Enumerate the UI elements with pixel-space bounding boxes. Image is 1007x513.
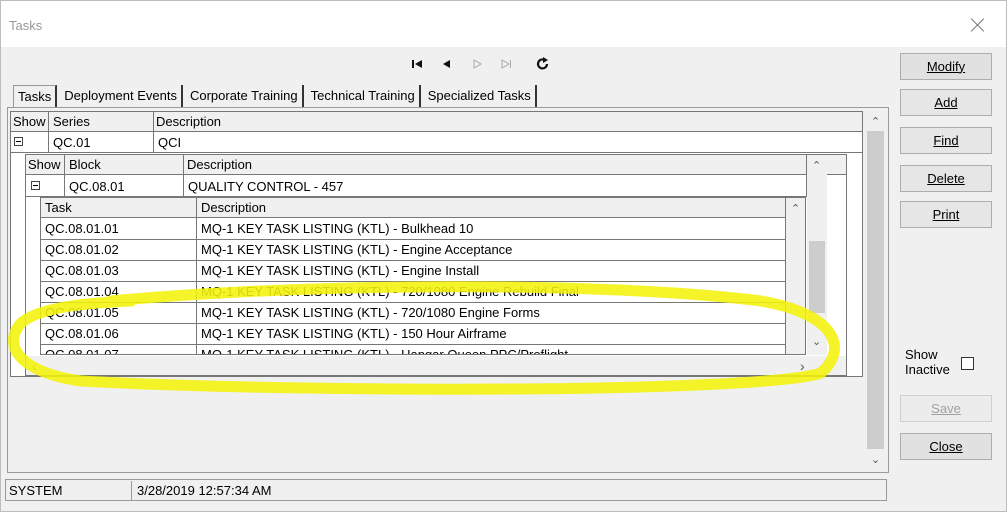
block-description-cell[interactable]: QUALITY CONTROL - 457 [188,179,343,194]
task-description-cell[interactable]: MQ-1 KEY TASK LISTING (KTL) - Engine Ins… [201,263,781,278]
task-description-cell[interactable]: MQ-1 KEY TASK LISTING (KTL) - Bulkhead 1… [201,221,781,236]
modify-button[interactable]: Modify [900,53,992,80]
task-grid-header: Task Description [41,198,787,218]
tab-corporate-training[interactable]: Corporate Training [186,85,304,107]
scroll-down-icon[interactable]: ⌄ [871,453,880,466]
task-cell[interactable]: QC.08.01.03 [45,263,119,278]
block-scroll-up-icon[interactable]: ⌃ [812,159,821,172]
collapse-series-icon[interactable] [14,137,23,146]
block-scroll-thumb[interactable] [809,241,825,313]
panel-vertical-scrollbar[interactable]: ⌃ ⌄ [865,111,886,471]
panel-scroll-thumb[interactable] [867,131,884,449]
show-inactive-label: Show Inactive [905,347,950,377]
series-description-cell[interactable]: QCI [158,135,181,150]
show-inactive-checkbox[interactable] [961,357,974,370]
task-row-divider [41,302,785,303]
next-record-icon[interactable] [469,56,485,72]
task-cell[interactable]: QC.08.01.07 [45,347,119,354]
block-grid: Show Block Description QC.08.01 QUALITY … [25,154,847,376]
horizontal-scroll-thumb[interactable] [46,359,236,372]
status-timestamp: 3/28/2019 12:57:34 AM [137,483,272,498]
task-cell[interactable]: QC.08.01.06 [45,326,119,341]
tab-technical-training[interactable]: Technical Training [307,85,421,107]
task-scroll-track [788,218,804,336]
task-grid: Task Description QC.08.01.01 MQ-1 KEY TAS… [40,197,806,355]
tab-strip: Tasks Deployment Events Corporate Traini… [13,85,540,107]
column-series[interactable]: Series [53,114,90,129]
task-cell[interactable]: QC.08.01.01 [45,221,119,236]
column-block-description[interactable]: Description [187,157,252,172]
tab-tasks[interactable]: Tasks [13,85,58,107]
add-button[interactable]: Add [900,89,992,116]
task-row-divider [41,344,785,345]
task-row-divider [41,281,785,282]
task-description-cell[interactable]: MQ-1 KEY TASK LISTING (KTL) - 720/1080 E… [201,284,781,299]
status-user: SYSTEM [9,483,63,498]
block-grid-scrollbar[interactable]: ⌃ ⌄ [807,155,827,355]
block-cell[interactable]: QC.08.01 [69,179,125,194]
previous-record-icon[interactable] [439,56,455,72]
close-window-icon[interactable] [967,16,989,38]
task-description-cell[interactable]: MQ-1 KEY TASK LISTING (KTL) - Hangar Que… [201,347,781,354]
series-grid: Show Series Description QC.01 QCI Show B… [10,111,863,377]
find-button[interactable]: Find [900,127,992,154]
task-description-cell[interactable]: MQ-1 KEY TASK LISTING (KTL) - 720/1080 E… [201,305,781,320]
column-task[interactable]: Task [45,200,72,215]
column-show[interactable]: Show [13,114,46,129]
task-description-cell[interactable]: MQ-1 KEY TASK LISTING (KTL) - Engine Acc… [201,242,781,257]
task-cell[interactable]: QC.08.01.04 [45,284,119,299]
block-grid-header: Show Block Description [26,155,846,175]
column-description[interactable]: Description [156,114,221,129]
column-task-description[interactable]: Description [201,200,266,215]
horizontal-scrollbar[interactable]: ‹ › [26,356,846,375]
tab-deployment-events[interactable]: Deployment Events [60,85,183,107]
scroll-up-icon[interactable]: ⌃ [871,115,880,128]
save-button[interactable]: Save [900,395,992,422]
task-row-divider [41,239,785,240]
task-scroll-up-icon[interactable]: ⌃ [791,202,800,215]
task-row-divider [41,323,785,324]
series-grid-header: Show Series Description [11,112,862,132]
close-button[interactable]: Close [900,433,992,460]
tab-specialized-tasks[interactable]: Specialized Tasks [424,85,537,107]
task-row-divider [41,260,785,261]
collapse-block-icon[interactable] [31,181,40,190]
scroll-left-icon[interactable]: ‹ [32,358,37,374]
status-bar: SYSTEM 3/28/2019 12:57:34 AM [5,479,887,501]
first-record-icon[interactable] [409,56,425,72]
title-bar: Tasks [1,1,1006,47]
task-description-cell[interactable]: MQ-1 KEY TASK LISTING (KTL) - 150 Hour A… [201,326,781,341]
refresh-icon[interactable] [535,56,551,72]
task-grid-scrollbar[interactable]: ⌃ [786,198,805,354]
task-cell[interactable]: QC.08.01.05 [45,305,119,320]
last-record-icon[interactable] [499,56,515,72]
tasks-window: Tasks Tasks Deployment Events Corporate … [0,0,1007,512]
delete-button[interactable]: Delete [900,165,992,192]
task-cell[interactable]: QC.08.01.02 [45,242,119,257]
series-cell[interactable]: QC.01 [53,135,91,150]
print-button[interactable]: Print [900,201,992,228]
block-scroll-down-icon[interactable]: ⌄ [812,335,821,348]
column-block-show[interactable]: Show [28,157,61,172]
column-block[interactable]: Block [69,157,101,172]
window-title: Tasks [9,18,43,33]
scroll-right-icon[interactable]: › [800,358,805,374]
